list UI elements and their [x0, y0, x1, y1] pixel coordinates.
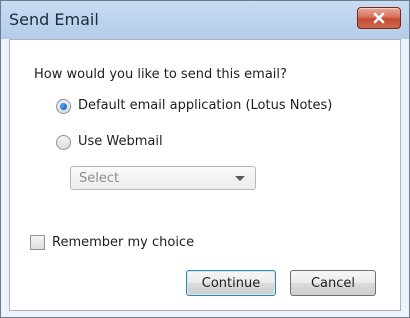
send-email-dialog: Send Email How would you like to send th… [0, 0, 410, 318]
remember-choice-label[interactable]: Remember my choice [52, 235, 194, 250]
title-bar[interactable]: Send Email [1, 1, 409, 39]
webmail-select-value: Select [79, 171, 120, 186]
close-icon [373, 12, 385, 24]
radio-use-webmail-label[interactable]: Use Webmail [78, 134, 163, 149]
cancel-button[interactable]: Cancel [290, 270, 376, 296]
close-button[interactable] [357, 7, 401, 29]
continue-button[interactable]: Continue [186, 270, 276, 296]
radio-default-email-app[interactable] [56, 99, 71, 114]
window-title: Send Email [9, 10, 99, 29]
chevron-down-icon [235, 176, 245, 181]
remember-choice-checkbox[interactable] [30, 235, 45, 250]
webmail-select-dropdown[interactable]: Select [70, 166, 256, 190]
question-label: How would you like to send this email? [34, 67, 287, 82]
radio-use-webmail[interactable] [56, 135, 71, 150]
dialog-body: How would you like to send this email? D… [9, 39, 401, 311]
radio-default-email-app-label[interactable]: Default email application (Lotus Notes) [78, 98, 332, 113]
